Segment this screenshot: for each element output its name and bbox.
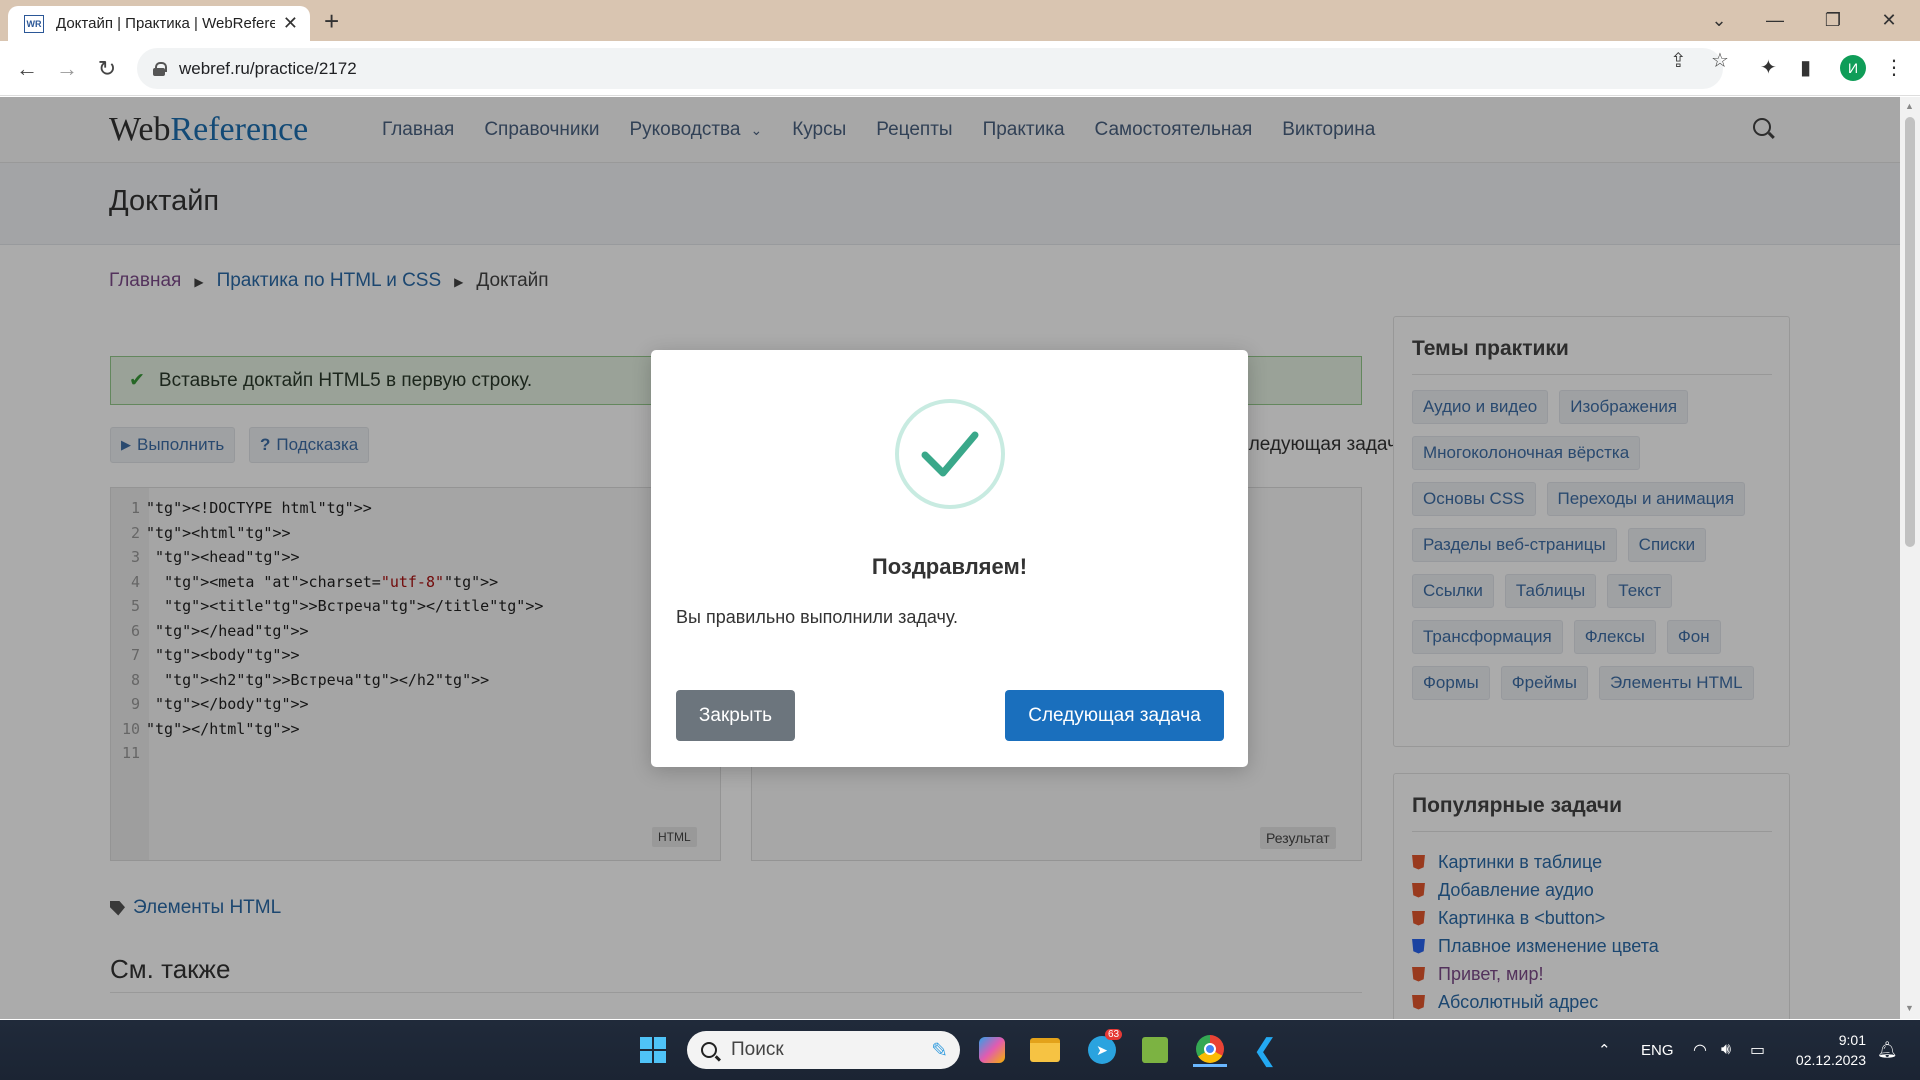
forward-arrow-icon[interactable]: →: [50, 52, 84, 86]
minimize-icon[interactable]: —: [1752, 0, 1798, 41]
page-scrollbar[interactable]: ▲ ▼: [1900, 97, 1920, 1019]
language-indicator[interactable]: ENG: [1641, 1020, 1674, 1080]
search-icon: [701, 1042, 717, 1058]
clock[interactable]: 9:01 02.12.2023: [1790, 1030, 1866, 1070]
os-taskbar: Поиск ✎ ➤ 63 ❮ ⌃ ENG ◠ 🔊︎ ▭ 9:01 02.12.2…: [0, 1020, 1920, 1080]
tab-search-chevron-icon[interactable]: ⌄: [1696, 0, 1742, 41]
modal-title: Поздравляем!: [871, 554, 1028, 579]
notifications-bell-icon[interactable]: 🔔︎: [1877, 1020, 1897, 1080]
window-close-icon[interactable]: ✕: [1866, 0, 1912, 41]
profile-avatar[interactable]: И: [1840, 55, 1866, 81]
scrollbar-thumb[interactable]: [1905, 117, 1915, 547]
lock-icon[interactable]: [153, 61, 167, 76]
side-panel-icon[interactable]: ▮: [1800, 55, 1811, 80]
volume-icon[interactable]: 🔊︎: [1721, 1020, 1731, 1080]
share-icon[interactable]: ⇪: [1670, 48, 1687, 73]
battery-icon[interactable]: ▭: [1750, 1020, 1765, 1080]
clock-date: 02.12.2023: [1795, 1052, 1866, 1068]
browser-menu-icon[interactable]: ⋮: [1884, 55, 1904, 80]
notification-badge: 63: [1105, 1029, 1123, 1040]
url-text[interactable]: webref.ru/practice/2172: [179, 59, 357, 79]
close-tab-icon[interactable]: ✕: [283, 13, 298, 34]
close-button[interactable]: Закрыть: [676, 690, 795, 741]
taskbar-search[interactable]: Поиск ✎: [687, 1031, 960, 1069]
taskbar-search-placeholder: Поиск: [731, 1039, 784, 1060]
restore-icon[interactable]: ❐: [1810, 0, 1856, 41]
browser-tabbar: WR Доктайп | Практика | WebReference ✕ +…: [0, 0, 1920, 41]
vscode-icon[interactable]: ❮: [1248, 1033, 1282, 1067]
telegram-icon[interactable]: ➤ 63: [1085, 1029, 1123, 1067]
copilot-app-icon[interactable]: [975, 1033, 1009, 1067]
scroll-down-icon[interactable]: ▼: [1905, 1003, 1914, 1013]
browser-toolbar: ← → ↻ webref.ru/practice/2172 ⇪ ☆ ✦ ▮ ⋮: [0, 41, 1920, 96]
wifi-icon[interactable]: ◠: [1693, 1020, 1707, 1080]
clock-time: 9:01: [1838, 1032, 1866, 1048]
browser-tab[interactable]: WR Доктайп | Практика | WebReference ✕: [8, 6, 310, 41]
windows-logo-icon: [640, 1037, 666, 1063]
success-check-icon: [895, 399, 1005, 509]
bookmark-star-icon[interactable]: ☆: [1711, 48, 1729, 73]
address-bar[interactable]: webref.ru/practice/2172: [137, 48, 1723, 89]
tab-title: Доктайп | Практика | WebReference: [56, 15, 275, 32]
back-arrow-icon[interactable]: ←: [10, 52, 44, 86]
tray-chevron-icon[interactable]: ⌃: [1598, 1020, 1611, 1080]
webref-favicon: WR: [24, 14, 44, 33]
start-button[interactable]: [636, 1033, 670, 1067]
notepad-app-icon[interactable]: [1138, 1033, 1172, 1067]
next-task-button[interactable]: Следующая задача: [1005, 690, 1224, 741]
scroll-up-icon[interactable]: ▲: [1905, 101, 1914, 111]
reload-icon[interactable]: ↻: [90, 52, 124, 86]
file-explorer-icon[interactable]: [1028, 1033, 1062, 1067]
search-highlight-icon: ✎: [931, 1039, 948, 1062]
success-modal: Поздравляем! Вы правильно выполнили зада…: [651, 350, 1248, 767]
extensions-puzzle-icon[interactable]: ✦: [1760, 55, 1777, 80]
new-tab-icon[interactable]: +: [324, 6, 339, 36]
modal-message: Вы правильно выполнили задачу.: [676, 607, 959, 627]
chrome-icon[interactable]: [1193, 1033, 1227, 1067]
